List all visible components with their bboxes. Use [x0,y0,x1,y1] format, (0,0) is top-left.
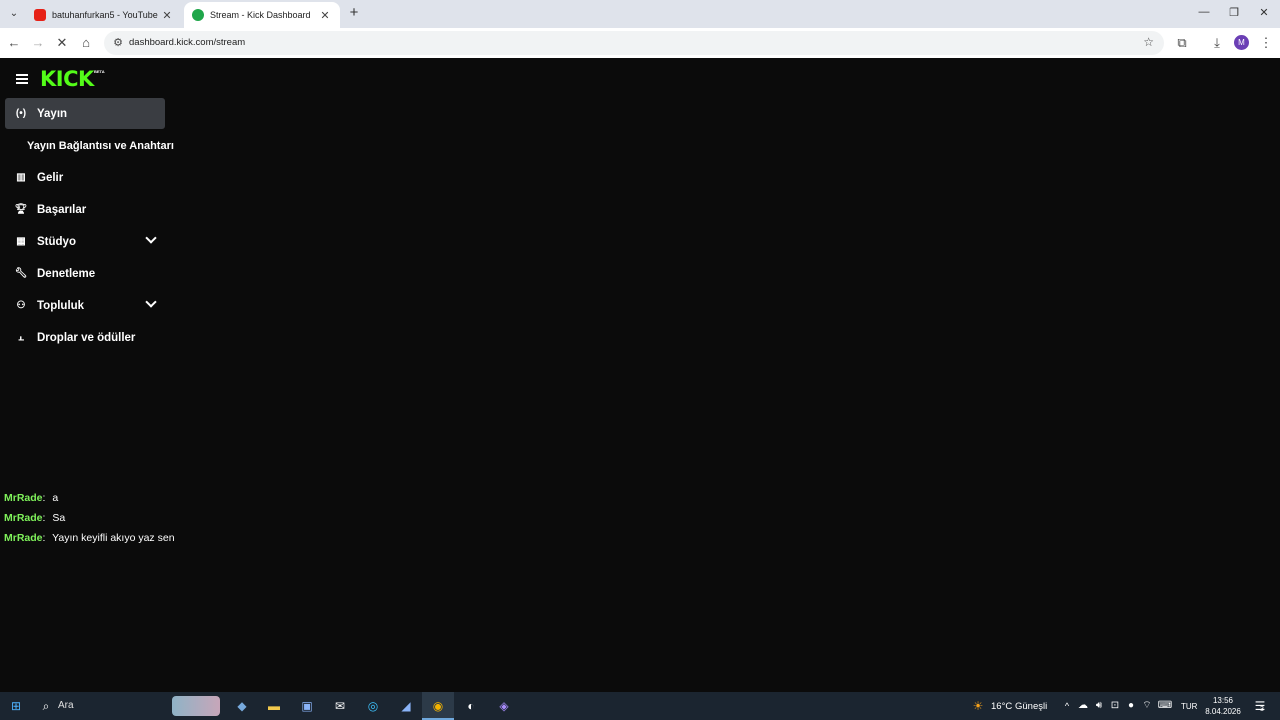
sidebar-item-topluluk[interactable]: ⚇ Topluluk [5,290,165,321]
tab-title: Stream - Kick Dashboard [210,10,311,20]
new-tab-button[interactable]: + [346,5,362,21]
kick-dashboard-page: KICK BETA (•) Yayın Yayın Bağlantısı ve … [0,58,1280,692]
browser-toolbar: ← → ✕ ⌂ ⚙ dashboard.kick.com/stream ☆ ⧉ … [0,28,1280,58]
chevron-down-icon[interactable] [145,232,157,244]
stop-icon[interactable]: ✕ [54,35,70,51]
tab-search-icon[interactable]: ⌄ [6,6,22,22]
address-bar[interactable]: ⚙ dashboard.kick.com/stream ☆ [104,31,1164,55]
sidebar-item-gelir[interactable]: ▥ Gelir [5,162,165,193]
wifi-icon[interactable]: ⌔ [1139,698,1155,714]
back-icon[interactable]: ← [6,35,22,51]
clock-time[interactable]: 13:56 [1204,696,1242,705]
sidebar-item-label: Denetleme [37,267,96,280]
obs-icon[interactable]: ◐ [463,698,479,714]
language-indicator[interactable]: TUR [1181,702,1197,711]
community-icon: ⚇ [16,300,26,311]
chat-text: Yayın keyifli akıyo yaz sen [52,532,175,544]
microphone-icon[interactable]: ● [1123,698,1139,714]
sidebar-item-label: Droplar ve ödüller [37,331,136,344]
sidebar-item-yayin[interactable]: (•) Yayın [5,98,165,129]
sidebar-item-label: Stüdyo [37,235,76,248]
kick-icon [192,9,204,21]
hamburger-menu-icon[interactable] [16,74,28,84]
weather-desc[interactable]: Güneşli [1015,701,1047,712]
chevron-up-icon[interactable]: ^ [1059,698,1075,714]
copilot-icon[interactable]: ◆ [234,698,250,714]
chat-text: a [52,492,59,504]
chrome-icon[interactable]: ◉ [430,698,446,714]
windows-taskbar: ⊞ ⌕ Ara ◆ ▬ ▣ ✉ ◎ ◢ ◉ ◐ ◈ ☀ 16°C Güneşli… [0,692,1280,720]
bookmark-star-icon[interactable]: ☆ [1143,35,1154,49]
forward-icon[interactable]: → [30,35,46,51]
wrench-icon: 🔧︎ [14,268,28,279]
studio-icon: ▦ [16,236,26,247]
chat-message: MrRade: a [4,492,59,504]
window-close-button[interactable]: ✕ [1256,6,1272,19]
keyboard-icon[interactable]: ⌨ [1157,698,1173,714]
chat-username[interactable]: MrRade [4,512,43,524]
mail-icon[interactable]: ✉ [332,698,348,714]
sidebar-item-droplar[interactable]: ⫠ Droplar ve ödüller [5,322,165,353]
download-icon[interactable]: ⤓ [1209,35,1225,51]
sidebar-item-basarilar[interactable]: 🏆︎ Başarılar [5,194,165,225]
network-icon[interactable]: ⊡ [1107,698,1123,714]
chat-message: MrRade: Yayın keyifli akıyo yaz sen [4,532,175,544]
sidebar-subitem-stream-key[interactable]: Yayın Bağlantısı ve Anahtarı [27,140,174,152]
sidebar-item-label: Gelir [37,171,64,184]
search-highlight-image[interactable] [172,696,220,716]
weather-icon[interactable]: ☀ [970,698,986,714]
store-icon[interactable]: ▣ [299,698,315,714]
youtube-icon [34,9,46,21]
search-icon[interactable]: ⌕ [38,698,54,714]
chat-username[interactable]: MrRade [4,492,43,504]
cloud-icon[interactable]: ☁ [1075,698,1091,714]
tab-kick-dashboard[interactable]: Stream - Kick Dashboard ✕ [184,2,340,28]
taskbar-search-label[interactable]: Ara [58,700,74,711]
minimize-button[interactable]: — [1196,6,1212,18]
home-icon[interactable]: ⌂ [78,35,94,51]
tab-youtube[interactable]: batuhanfurkan5 - YouTube ✕ [26,2,182,28]
app-icon[interactable]: ◢ [398,698,414,714]
kick-logo[interactable]: KICK [40,67,94,91]
menu-icon[interactable]: ⋮ [1258,35,1274,51]
volume-icon[interactable]: 🔊︎ [1091,698,1107,714]
file-explorer-icon[interactable]: ▬ [266,698,282,714]
url-text[interactable]: dashboard.kick.com/stream [129,37,245,48]
extensions-icon[interactable]: ⧉ [1174,35,1190,51]
restore-button[interactable]: ❐ [1226,6,1242,19]
windows-start-icon[interactable]: ⊞ [8,698,24,714]
sidebar-item-denetleme[interactable]: 🔧︎ Denetleme [5,258,165,289]
sidebar-item-label: Başarılar [37,203,87,216]
chevron-down-icon[interactable] [145,296,157,308]
profile-avatar[interactable]: M [1234,35,1249,50]
clock-date[interactable]: 8.04.2026 [1204,707,1242,716]
chat-message: MrRade: Sa [4,512,66,524]
notification-count: 3 [1260,706,1264,713]
trophy-icon: 🏆︎ [14,204,28,215]
sidebar-item-studyo[interactable]: ▦ Stüdyo [5,226,165,257]
close-icon[interactable]: ✕ [318,9,332,22]
broadcast-icon: (•) [15,108,27,119]
sidebar-item-label: Topluluk [37,299,85,312]
twitch-app-icon[interactable]: ◈ [496,698,512,714]
edge-icon[interactable]: ◎ [365,698,381,714]
site-info-icon[interactable]: ⚙ [110,35,126,51]
beta-badge: BETA [94,69,105,74]
chart-icon: ▥ [16,172,26,183]
chat-username[interactable]: MrRade [4,532,43,544]
drops-icon: ⫠ [17,332,25,343]
weather-temp[interactable]: 16°C [991,701,1012,712]
close-icon[interactable]: ✕ [160,9,174,22]
sidebar-item-label: Yayın [37,107,68,120]
browser-tab-strip: ⌄ batuhanfurkan5 - YouTube ✕ Stream - Ki… [0,0,1280,28]
chat-text: Sa [52,512,66,524]
tab-title: batuhanfurkan5 - YouTube [52,10,158,20]
